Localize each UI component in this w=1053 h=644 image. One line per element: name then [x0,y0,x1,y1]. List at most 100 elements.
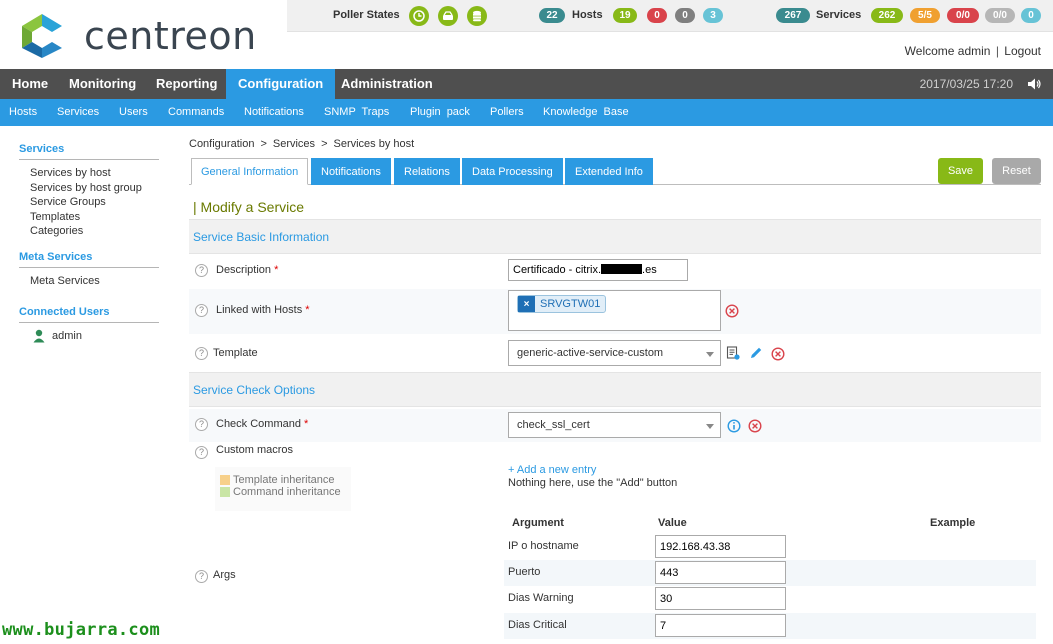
reset-button[interactable]: Reset [992,158,1041,184]
help-icon[interactable]: ? [195,264,208,277]
nav-home[interactable]: Home [0,69,60,99]
breadcrumb-services[interactable]: Services [273,138,315,150]
chevron-down-icon [706,352,714,357]
hosts-label: Hosts [572,9,603,21]
help-icon[interactable]: ? [195,446,208,459]
tab-extended-info[interactable]: Extended Info [565,158,653,185]
info-icon[interactable] [727,419,741,433]
legend-label: Command inheritance [233,486,341,498]
edit-pencil-icon[interactable] [749,346,763,360]
arg-value-input[interactable]: 192.168.43.38 [655,535,786,558]
subnav-hosts[interactable]: Hosts [9,99,37,126]
poller-server-button[interactable] [438,6,458,26]
check-command-select[interactable]: check_ssl_cert [508,412,721,438]
poller-latency-button[interactable] [409,6,429,26]
arg-value-input[interactable]: 443 [655,561,786,584]
inheritance-legend: Template inheritance Command inheritance [215,467,351,511]
check-command-label: Check Command * [216,418,308,430]
add-new-entry-link[interactable]: + Add a new entry [508,464,596,476]
nav-monitoring[interactable]: Monitoring [57,69,148,99]
tab-data-processing[interactable]: Data Processing [462,158,563,185]
arg-value-input[interactable]: 7 [655,614,786,637]
sidebar-item-service-groups[interactable]: Service Groups [19,195,159,210]
table-row: Puerto 443 [504,560,1036,586]
sidebar-heading-services[interactable]: Services [19,143,159,160]
tab-notifications[interactable]: Notifications [311,158,391,185]
breadcrumb-configuration[interactable]: Configuration [189,138,254,150]
poller-database-button[interactable] [467,6,487,26]
section-basic-information: Service Basic Information [189,219,1041,254]
clear-template-icon[interactable] [771,347,785,361]
hosts-up-badge[interactable]: 19 [613,8,637,23]
help-icon[interactable]: ? [195,570,208,583]
arg-name: IP o hostname [508,540,579,552]
legend-swatch [220,487,230,497]
logout-link[interactable]: Logout [1004,44,1041,58]
subnav-knowledge-base[interactable]: Knowledge Base [543,99,629,126]
nav-configuration[interactable]: Configuration [226,69,336,99]
watermark: www.bujarra.com [2,620,161,640]
remove-chip-button[interactable]: × [518,296,535,312]
help-icon[interactable]: ? [195,347,208,360]
hosts-total-badge[interactable]: 22 [539,8,565,23]
page-title: | Modify a Service [193,199,305,215]
breadcrumb-services-by-host[interactable]: Services by host [334,138,415,150]
nav-administration[interactable]: Administration [329,69,445,99]
template-details-icon[interactable] [726,346,740,360]
help-icon[interactable]: ? [195,304,208,317]
empty-macros-message: Nothing here, use the "Add" button [508,477,678,489]
args-header-argument: Argument [512,517,564,529]
sidebar-item-categories[interactable]: Categories [19,224,159,239]
subnav-services[interactable]: Services [57,99,99,126]
legend-command-inheritance: Command inheritance [220,486,351,498]
services-critical-badge[interactable]: 0/0 [947,8,979,23]
template-select-value: generic-active-service-custom [517,347,664,359]
hosts-pending-badge[interactable]: 3 [703,8,723,23]
clear-hosts-icon[interactable] [725,304,739,318]
welcome-area: Welcome admin | Logout [905,44,1041,58]
table-row: Dias Critical 7 [504,613,1036,639]
tab-relations[interactable]: Relations [394,158,460,185]
tab-general-information[interactable]: General Information [191,158,309,185]
services-label: Services [816,9,862,21]
nav-reporting[interactable]: Reporting [144,69,229,99]
connected-user-name: admin [52,330,82,342]
check-command-select-value: check_ssl_cert [517,419,590,431]
hosts-unreachable-badge[interactable]: 0 [675,8,695,23]
speaker-icon[interactable] [1027,77,1041,91]
host-chip-label: SRVGTW01 [540,298,601,310]
services-pending-badge[interactable]: 0 [1021,8,1041,23]
template-select[interactable]: generic-active-service-custom [508,340,721,366]
table-row: Dias Warning 30 [504,586,1036,612]
clock-icon [413,10,425,22]
sidebar-item-meta-services[interactable]: Meta Services [19,274,159,289]
help-icon[interactable]: ? [195,418,208,431]
custom-macros-label: Custom macros [216,444,294,456]
welcome-text: Welcome admin [904,44,991,58]
subnav-notifications[interactable]: Notifications [244,99,304,126]
arg-value-input[interactable]: 30 [655,587,786,610]
save-button[interactable]: Save [938,158,983,184]
subnav-commands[interactable]: Commands [168,99,224,126]
sidebar-heading-meta-services[interactable]: Meta Services [19,251,159,268]
clear-command-icon[interactable] [748,419,762,433]
subnav-users[interactable]: Users [119,99,148,126]
database-server-icon [443,11,453,20]
subnav-snmp-traps[interactable]: SNMP Traps [324,99,389,126]
hosts-down-badge[interactable]: 0 [647,8,667,23]
storage-icon [473,10,481,22]
services-unknown-badge[interactable]: 0/0 [985,8,1015,23]
subnav-plugin-pack[interactable]: Plugin pack [410,99,470,126]
subnav-pollers[interactable]: Pollers [490,99,524,126]
linked-hosts-multiselect[interactable]: × SRVGTW01 [508,290,721,331]
services-ok-badge[interactable]: 262 [871,8,903,23]
sidebar-item-services-by-host[interactable]: Services by host [19,166,159,181]
sidebar-item-templates[interactable]: Templates [19,210,159,225]
description-label: Description * [216,264,278,276]
sidebar-item-services-by-host-group[interactable]: Services by host group [19,181,159,196]
description-input[interactable]: Certificado - citrix. .es [508,259,688,281]
centreon-logo[interactable]: centreon [18,10,278,60]
services-total-badge[interactable]: 267 [776,8,810,23]
services-warning-badge[interactable]: 5/5 [910,8,940,23]
poller-states-label: Poller States [333,9,400,21]
